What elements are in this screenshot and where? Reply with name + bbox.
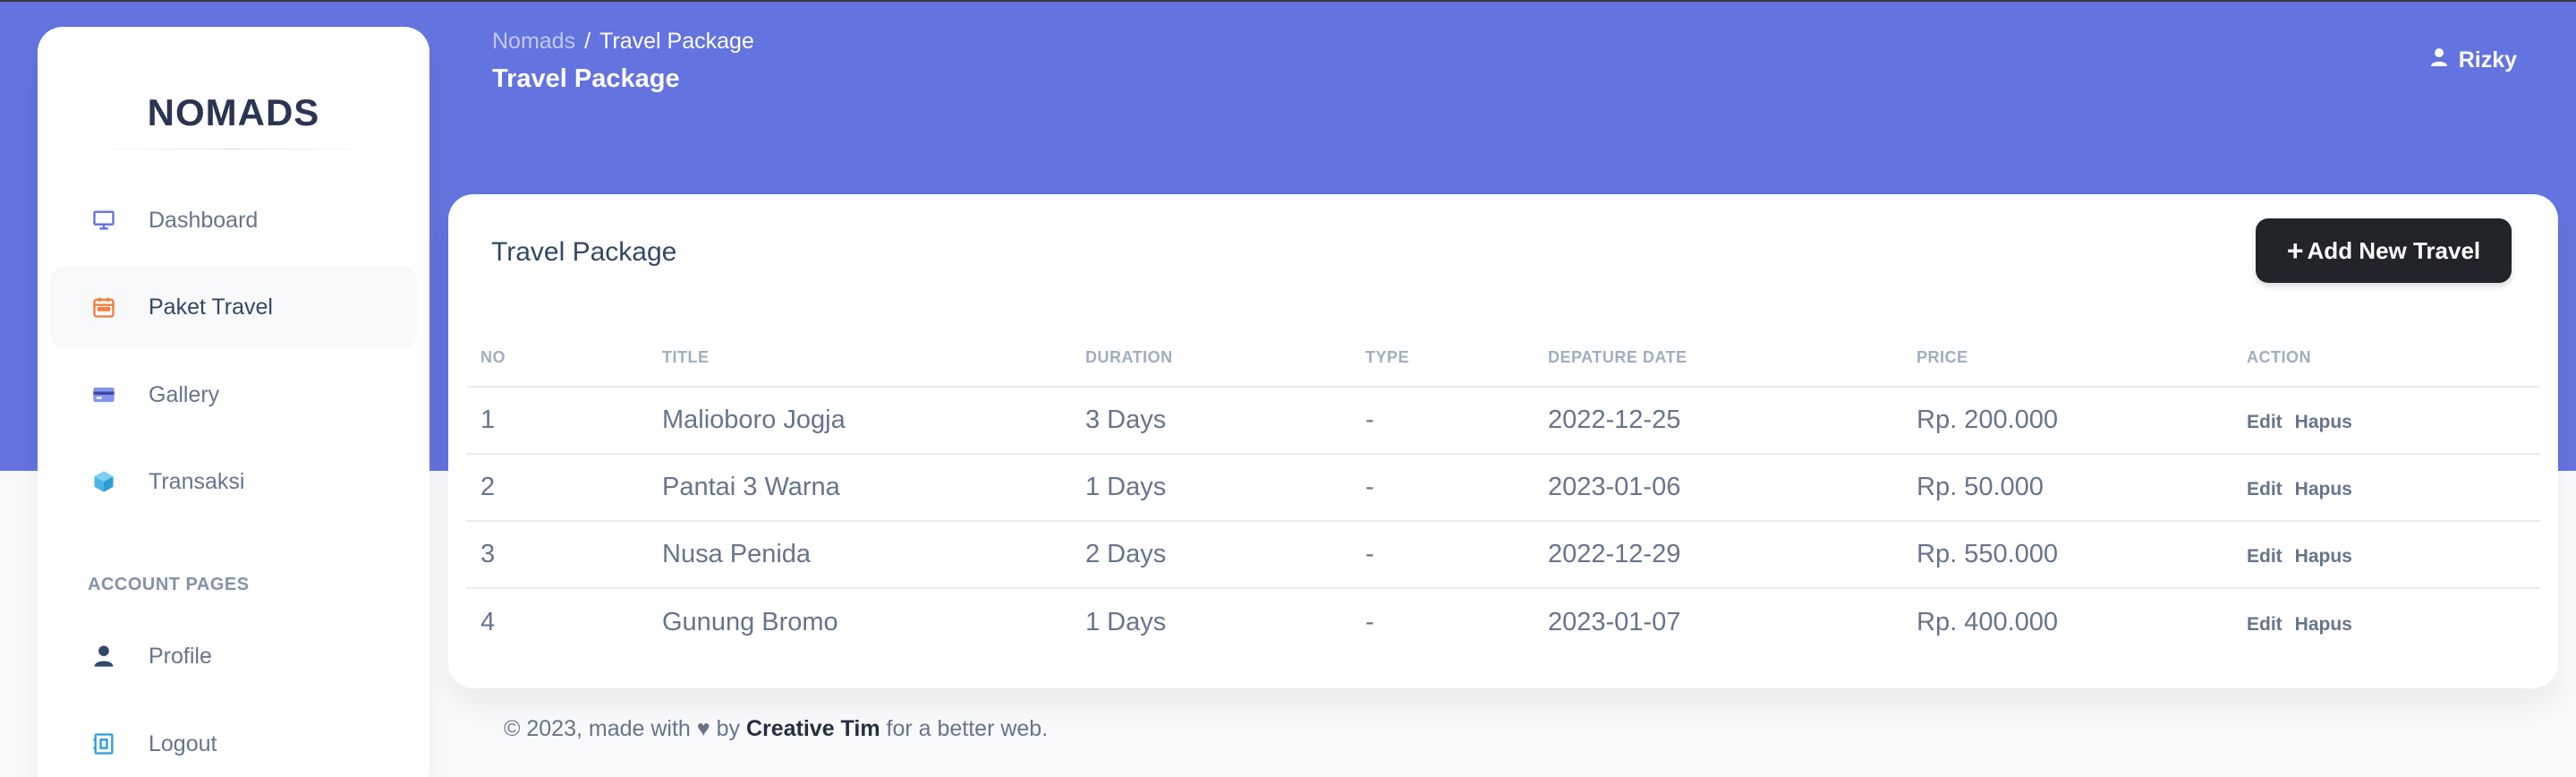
delete-link[interactable]: Hapus [2295, 412, 2352, 432]
cell-title: Pantai 3 Warna [662, 454, 1085, 522]
cell-price: Rp. 200.000 [1917, 387, 2247, 455]
cell-no: 3 [466, 521, 662, 589]
edit-link[interactable]: Edit [2247, 479, 2283, 500]
brand-logo[interactable]: NOMADS [38, 91, 429, 134]
table-row: 1 Malioboro Jogja 3 Days - 2022-12-25 Rp… [466, 387, 2540, 455]
sidebar-item-gallery[interactable]: Gallery [50, 354, 417, 436]
user-name: Rizky [2458, 47, 2517, 73]
sidebar: NOMADS Dashboard Paket Travel Gallery Tr… [38, 27, 429, 777]
travel-package-card: Travel Package + Add New Travel NO TITLE… [448, 194, 2558, 688]
monitor-icon [86, 202, 122, 238]
card-title: Travel Package [491, 237, 677, 267]
user-icon [2428, 47, 2450, 74]
sidebar-item-paket-travel[interactable]: Paket Travel [50, 266, 417, 348]
cell-duration: 1 Days [1085, 454, 1365, 522]
edit-link[interactable]: Edit [2247, 412, 2283, 432]
delete-link[interactable]: Hapus [2295, 479, 2352, 500]
table-row: 2 Pantai 3 Warna 1 Days - 2023-01-06 Rp.… [466, 454, 2540, 522]
footer-prefix: © 2023, made with [504, 716, 691, 741]
delete-link[interactable]: Hapus [2295, 546, 2352, 567]
sidebar-item-profile[interactable]: Profile [50, 615, 417, 697]
cell-price: Rp. 400.000 [1917, 607, 2059, 636]
cell-title: Malioboro Jogja [662, 387, 1085, 455]
cell-departure-date: 2023-01-07 [1548, 607, 1681, 636]
sidebar-item-label: Paket Travel [149, 294, 273, 320]
sidebar-item-logout[interactable]: Logout [50, 703, 417, 777]
breadcrumb-current: Travel Package [599, 29, 754, 54]
user-menu[interactable]: Rizky [2428, 47, 2517, 74]
column-header-title: TITLE [662, 329, 1085, 388]
cell-type: - [1365, 387, 1548, 455]
cell-no: 2 [466, 454, 662, 522]
cell-duration: 1 Days [1085, 607, 1167, 636]
sidebar-item-label: Transaksi [149, 468, 245, 494]
breadcrumb-separator: / [584, 29, 591, 54]
box-icon [86, 464, 122, 500]
cell-departure-date: 2023-01-06 [1548, 454, 1917, 522]
delete-link[interactable]: Hapus [2295, 614, 2352, 635]
add-new-travel-label: Add New Travel [2307, 236, 2481, 264]
page-title: Travel Package [492, 64, 680, 93]
travel-package-table: NO TITLE DURATION TYPE DEPATURE DATE PRI… [466, 329, 2540, 655]
edit-link[interactable]: Edit [2247, 546, 2283, 567]
cell-duration: 2 Days [1085, 521, 1365, 589]
calendar-icon [86, 289, 122, 325]
heart-icon: ♥ [696, 716, 710, 741]
table-header-row: NO TITLE DURATION TYPE DEPATURE DATE PRI… [466, 329, 2540, 388]
column-header-action: ACTION [2247, 329, 2540, 388]
column-header-no: NO [466, 329, 662, 388]
column-header-type: TYPE [1365, 329, 1548, 388]
table-row: 3 Nusa Penida 2 Days - 2022-12-29 Rp. 55… [466, 521, 2540, 589]
cell-no: 1 [466, 387, 662, 455]
account-pages-heading: ACCOUNT PAGES [88, 575, 250, 594]
cell-type: - [1365, 607, 1374, 636]
user-icon [86, 638, 122, 674]
cell-action: Edit Hapus [2247, 454, 2540, 522]
logout-icon [86, 726, 122, 762]
sidebar-item-transaksi[interactable]: Transaksi [50, 440, 417, 523]
table-row: 4 Gunung Bromo 1 Days - 2023-01-07 Rp. 4… [466, 588, 2540, 655]
creative-tim-link[interactable]: Creative Tim [746, 716, 880, 741]
sidebar-item-label: Dashboard [149, 207, 259, 233]
sidebar-item-label: Logout [149, 730, 217, 756]
cell-duration: 3 Days [1085, 387, 1365, 455]
breadcrumb-root-link[interactable]: Nomads [492, 29, 575, 54]
cell-departure-date: 2022-12-29 [1548, 521, 1917, 589]
cell-title: Nusa Penida [662, 521, 1085, 589]
plus-icon: + [2286, 234, 2304, 267]
footer-by: by [716, 716, 740, 741]
column-header-price: PRICE [1917, 329, 2247, 388]
column-header-departure-date: DEPATURE DATE [1548, 329, 1917, 388]
sidebar-item-label: Gallery [149, 381, 220, 407]
cell-departure-date: 2022-12-25 [1548, 387, 1917, 455]
cell-price: Rp. 50.000 [1917, 454, 2247, 522]
column-header-duration: DURATION [1085, 329, 1365, 388]
footer-suffix: for a better web. [886, 716, 1049, 741]
breadcrumb: Nomads / Travel Package [492, 29, 754, 55]
add-new-travel-button[interactable]: + Add New Travel [2256, 218, 2512, 283]
cell-title: Gunung Bromo [662, 607, 838, 636]
cell-no: 4 [480, 607, 496, 636]
cell-type: - [1365, 521, 1548, 589]
sidebar-item-label: Profile [149, 643, 212, 669]
cell-action: Edit Hapus [2247, 521, 2540, 589]
footer: © 2023, made with ♥ by Creative Tim for … [504, 716, 1048, 742]
sidebar-item-dashboard[interactable]: Dashboard [50, 179, 417, 261]
cell-price: Rp. 550.000 [1917, 521, 2247, 589]
cell-action: Edit Hapus [2247, 387, 2540, 455]
cell-type: - [1365, 454, 1548, 522]
cell-action: Edit Hapus [2247, 588, 2540, 655]
edit-link[interactable]: Edit [2247, 614, 2283, 635]
credit-card-icon [86, 377, 122, 413]
